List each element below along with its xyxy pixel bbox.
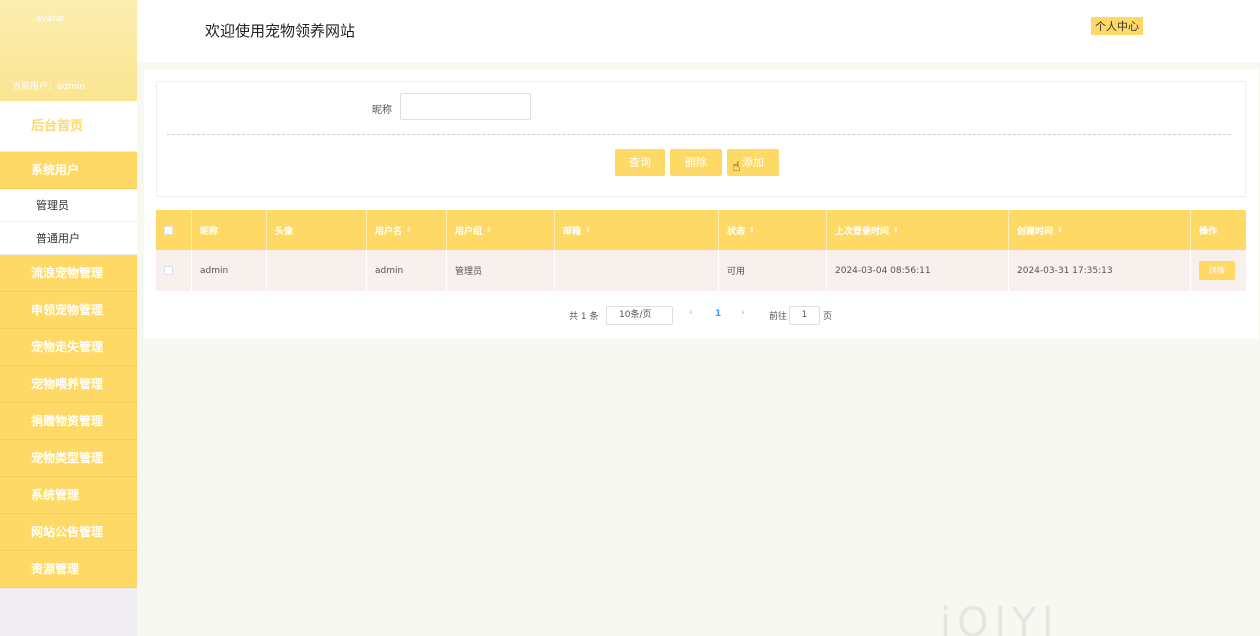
sort-icon[interactable]: ⇕ bbox=[893, 226, 899, 234]
table-header: 昵称 头像 用户名 ⇕ 用户组 ⇕ 邮箱 ⇕ 状态 ⇕ 上次登录时间 ⇕ 创建时间 ⇕ 操作 bbox=[156, 210, 1246, 250]
sidebar-item-system-users[interactable]: 系统用户 bbox=[0, 152, 137, 189]
page-size-select[interactable]: 10条/页 bbox=[606, 306, 673, 325]
cell-username: admin bbox=[367, 250, 447, 291]
cell-avatar bbox=[267, 250, 367, 291]
sidebar-item-adopt-applications[interactable]: 申领宠物管理 bbox=[0, 292, 137, 329]
pointer-cursor-icon: ☝ bbox=[732, 159, 741, 175]
cell-status: 可用 bbox=[719, 250, 827, 291]
current-user-label: 当前用户：admin bbox=[12, 82, 86, 92]
sort-icon[interactable]: ⇕ bbox=[406, 226, 412, 234]
divider bbox=[167, 134, 1231, 135]
sidebar-item-pet-feeding[interactable]: 宠物喂养管理 bbox=[0, 366, 137, 403]
nickname-label: 昵称 bbox=[372, 105, 392, 116]
nickname-input[interactable] bbox=[400, 93, 531, 120]
col-username[interactable]: 用户名 ⇕ bbox=[367, 210, 447, 250]
col-actions: 操作 bbox=[1199, 226, 1218, 237]
col-last-login[interactable]: 上次登录时间 ⇕ bbox=[827, 210, 1009, 250]
sidebar-item-system[interactable]: 系统管理 bbox=[0, 477, 137, 514]
goto-label: 前往 bbox=[769, 312, 788, 322]
select-all-checkbox[interactable] bbox=[164, 225, 173, 235]
sort-icon[interactable]: ⇕ bbox=[1057, 226, 1063, 234]
col-email[interactable]: 邮箱 ⇕ bbox=[555, 210, 719, 250]
avatar: avatar bbox=[36, 14, 66, 24]
detail-button[interactable]: 详情 bbox=[1199, 261, 1235, 280]
cell-group: 管理员 bbox=[447, 250, 555, 291]
sidebar-item-stray-pets[interactable]: 流浪宠物管理 bbox=[0, 255, 137, 292]
total-count: 共 1 条 bbox=[569, 312, 599, 322]
sort-icon[interactable]: ⇕ bbox=[486, 226, 492, 234]
query-button[interactable]: 查询 bbox=[615, 149, 665, 176]
page-unit-label: 页 bbox=[823, 312, 833, 322]
col-status[interactable]: 状态 ⇕ bbox=[719, 210, 827, 250]
col-avatar: 头像 bbox=[267, 210, 367, 250]
table-row: admin admin 管理员 可用 2024-03-04 08:56:11 2… bbox=[156, 250, 1246, 291]
sort-icon[interactable]: ⇕ bbox=[749, 226, 755, 234]
sidebar: avatar 当前用户：admin 后台首页 系统用户 管理员 普通用户 流浪宠… bbox=[0, 0, 137, 636]
next-page-icon[interactable]: › bbox=[741, 308, 745, 318]
col-created[interactable]: 创建时间 ⇕ bbox=[1009, 210, 1191, 250]
goto-page-input[interactable]: 1 bbox=[789, 306, 820, 325]
page-title: 欢迎使用宠物领养网站 bbox=[205, 22, 356, 40]
row-checkbox[interactable] bbox=[164, 266, 173, 275]
sidebar-item-donations[interactable]: 捐赠物资管理 bbox=[0, 403, 137, 440]
page-number-current[interactable]: 1 bbox=[715, 309, 721, 319]
cell-last-login: 2024-03-04 08:56:11 bbox=[827, 250, 1009, 291]
cell-nickname: admin bbox=[192, 250, 267, 291]
top-header: 欢迎使用宠物领养网站 个人中心 bbox=[137, 0, 1260, 62]
col-group[interactable]: 用户组 ⇕ bbox=[447, 210, 555, 250]
sidebar-item-announcements[interactable]: 网站公告管理 bbox=[0, 514, 137, 551]
sidebar-subitem-normal-users[interactable]: 普通用户 bbox=[0, 222, 137, 255]
pagination: 共 1 条 10条/页 ‹ 1 › 前往 1 页 bbox=[144, 306, 1258, 326]
sidebar-item-lost-pets[interactable]: 宠物走失管理 bbox=[0, 329, 137, 366]
cell-created: 2024-03-31 17:35:13 bbox=[1009, 250, 1191, 291]
sidebar-item-resources[interactable]: 资源管理 bbox=[0, 551, 137, 588]
user-center-button[interactable]: 个人中心 bbox=[1091, 17, 1143, 35]
watermark: iOlYl bbox=[940, 600, 1060, 636]
delete-button[interactable]: 删除 bbox=[670, 149, 722, 176]
sidebar-item-home[interactable]: 后台首页 bbox=[0, 101, 137, 152]
sidebar-item-pet-types[interactable]: 宠物类型管理 bbox=[0, 440, 137, 477]
search-form: 昵称 查询 删除 添加 bbox=[156, 81, 1246, 197]
main-panel: 昵称 查询 删除 添加 昵称 头像 用户名 ⇕ 用户组 ⇕ 邮箱 ⇕ 状态 ⇕ 上次登录… bbox=[144, 69, 1258, 339]
sidebar-subitem-admin[interactable]: 管理员 bbox=[0, 189, 137, 222]
cell-email bbox=[555, 250, 719, 291]
prev-page-icon[interactable]: ‹ bbox=[689, 308, 693, 318]
col-nickname: 昵称 bbox=[192, 210, 267, 250]
sort-icon[interactable]: ⇕ bbox=[585, 226, 591, 234]
sidebar-header: avatar 当前用户：admin bbox=[0, 0, 137, 101]
